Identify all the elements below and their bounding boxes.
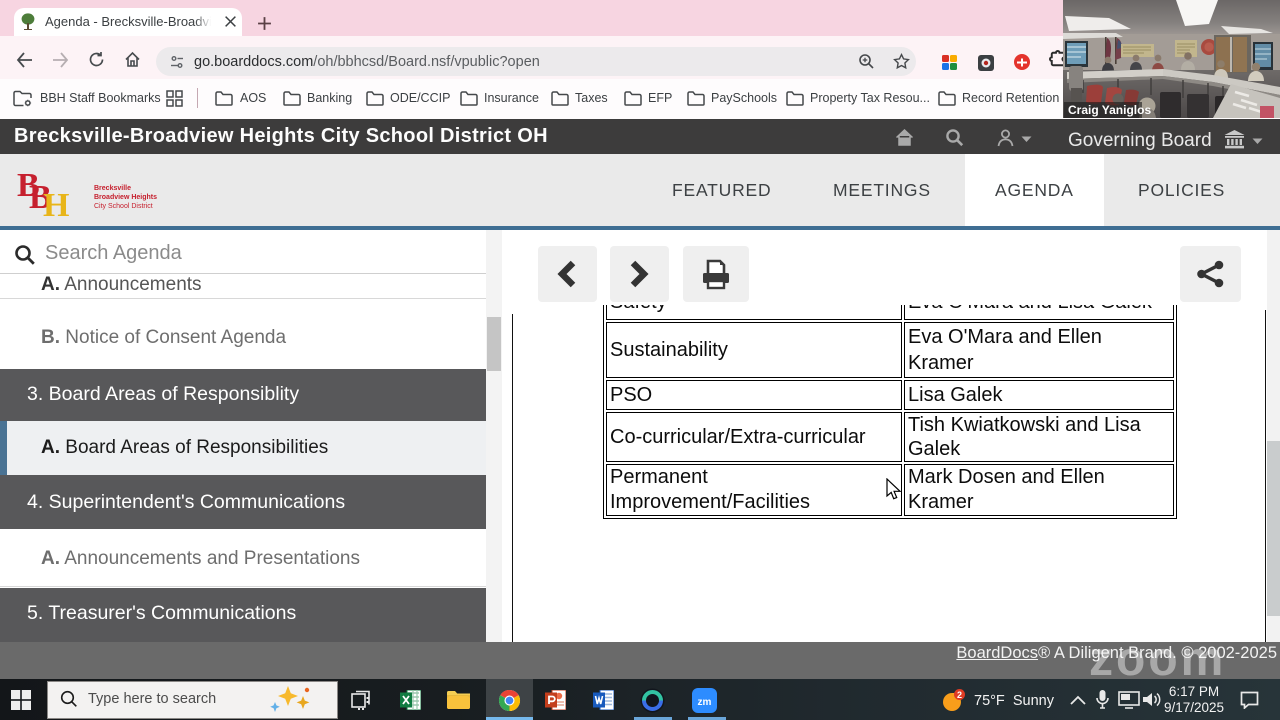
svg-text:zm: zm [698,697,712,708]
svg-text:H: H [43,187,69,218]
svg-text:City School District: City School District [94,203,153,210]
svg-text:Broadview Heights: Broadview Heights [94,194,157,201]
svg-text:2: 2 [957,690,962,700]
svg-text:Brecksville: Brecksville [94,185,131,192]
svg-text:Craig Yaniglos: Craig Yaniglos [1068,103,1151,117]
